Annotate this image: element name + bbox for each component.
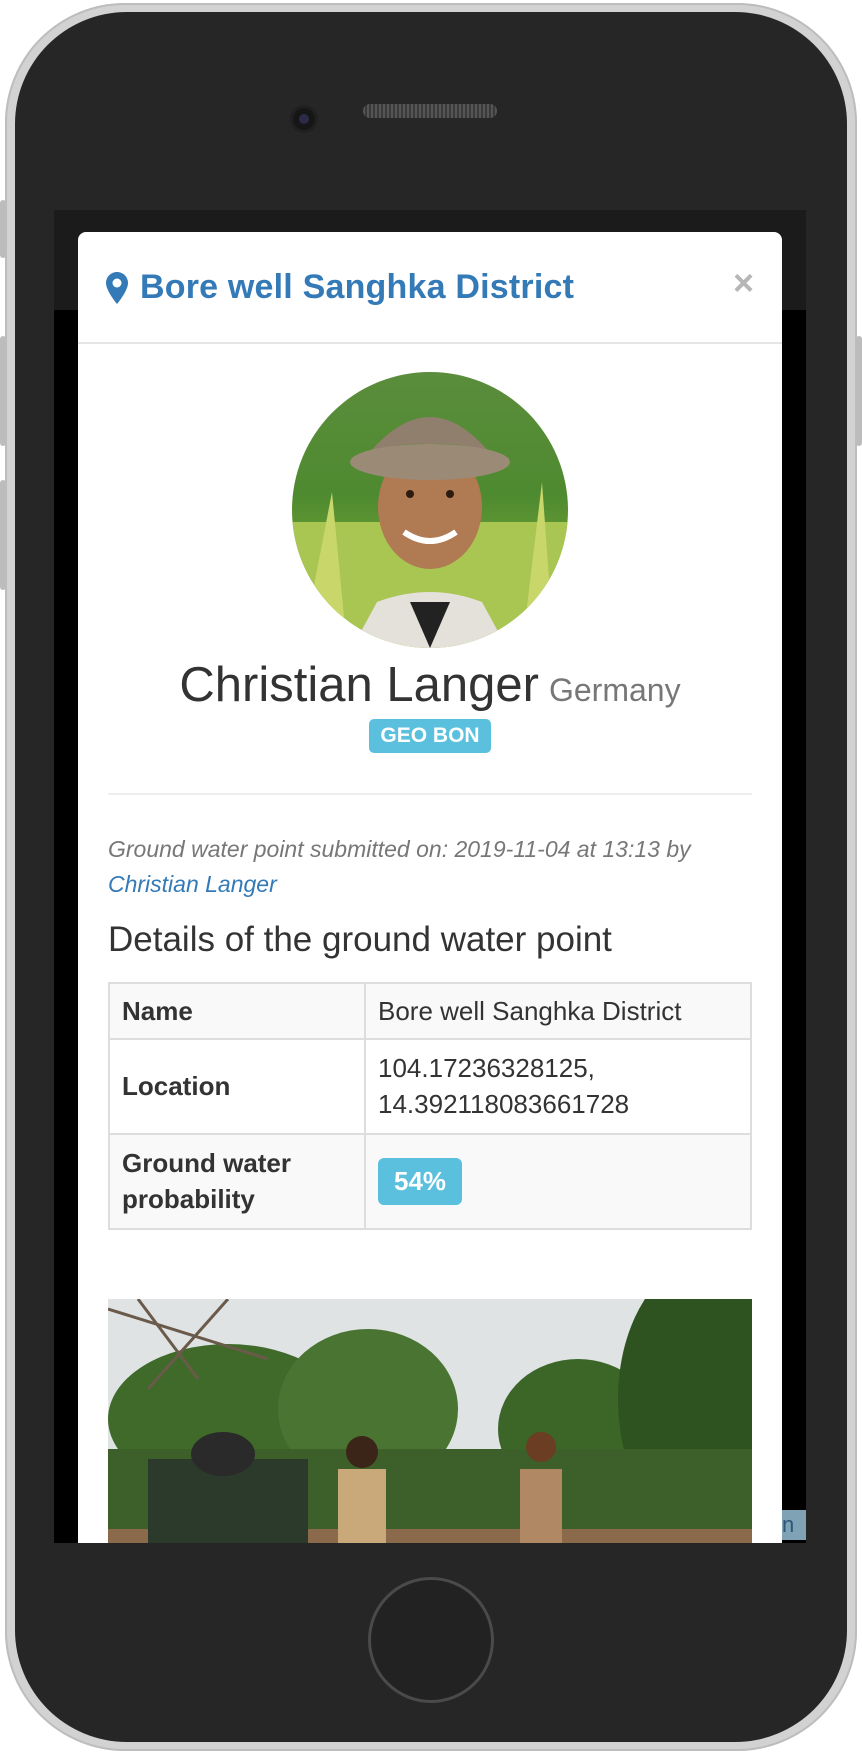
carousel-next-arrow[interactable]: › bbox=[709, 1529, 722, 1543]
phone-screen: n Bore well Sanghka District × Christian… bbox=[54, 210, 806, 1543]
modal-title-group: Bore well Sanghka District bbox=[106, 268, 574, 307]
table-key: Location bbox=[108, 1038, 366, 1135]
power-button bbox=[856, 336, 862, 446]
map-marker-icon bbox=[106, 271, 128, 304]
background-page-edge: n bbox=[782, 1510, 806, 1540]
table-row: Ground water probability 54% bbox=[108, 1132, 752, 1230]
details-modal: Bore well Sanghka District × Christian L… bbox=[78, 232, 782, 1543]
divider bbox=[108, 793, 752, 795]
site-photo-carousel[interactable]: ‹ › bbox=[108, 1299, 752, 1543]
avatar bbox=[292, 372, 568, 648]
close-button[interactable]: × bbox=[733, 262, 754, 304]
table-row: Location 104.17236328125, 14.39211808366… bbox=[108, 1038, 752, 1135]
carousel-prev-arrow[interactable]: ‹ bbox=[138, 1529, 151, 1543]
submission-text: Ground water point submitted on: 2019-11… bbox=[108, 836, 691, 862]
probability-badge: 54% bbox=[378, 1157, 463, 1205]
table-row: Name Bore well Sanghka District bbox=[108, 982, 752, 1040]
details-heading: Details of the ground water point bbox=[108, 920, 612, 959]
author-link[interactable]: Christian Langer bbox=[108, 871, 277, 897]
submission-info: Ground water point submitted on: 2019-11… bbox=[108, 832, 752, 901]
volume-up-button bbox=[0, 336, 6, 446]
details-table: Name Bore well Sanghka District Location… bbox=[108, 982, 752, 1230]
mute-switch bbox=[0, 200, 6, 258]
location-value: 104.17236328125, 14.392118083661728 bbox=[378, 1053, 630, 1120]
table-key: Name bbox=[108, 982, 366, 1040]
home-button[interactable] bbox=[368, 1577, 494, 1703]
table-value: 54% bbox=[364, 1132, 752, 1230]
volume-down-button bbox=[0, 480, 6, 590]
person-name: Christian Langer bbox=[179, 658, 539, 712]
organization-badge: GEO BON bbox=[369, 719, 491, 753]
table-key: Ground water probability bbox=[108, 1132, 366, 1230]
table-value: 104.17236328125, 14.392118083661728 bbox=[364, 1038, 752, 1135]
front-camera bbox=[293, 108, 315, 130]
site-photo bbox=[108, 1299, 752, 1543]
person-heading: Christian Langer Germany bbox=[78, 657, 782, 713]
table-value: Bore well Sanghka District bbox=[364, 982, 752, 1040]
modal-title: Bore well Sanghka District bbox=[140, 268, 575, 306]
earpiece-speaker bbox=[363, 104, 497, 118]
modal-header: Bore well Sanghka District × bbox=[78, 232, 782, 344]
person-country: Germany bbox=[548, 672, 681, 708]
